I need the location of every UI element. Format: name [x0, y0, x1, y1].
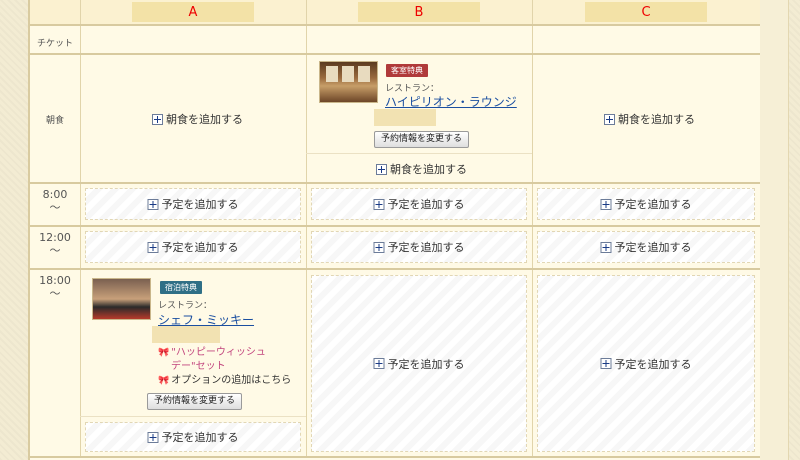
add-plan-link[interactable]: 予定を追加する	[147, 429, 239, 445]
add-plan-slot-18-a[interactable]: 予定を追加する	[85, 422, 301, 452]
add-plan-slot-18-b[interactable]: 予定を追加する	[311, 275, 527, 452]
plus-icon	[600, 358, 612, 369]
add-breakfast-link-c[interactable]: 朝食を追加する	[604, 111, 695, 127]
add-plan-slot-8-a[interactable]: 予定を追加する	[85, 188, 301, 220]
plus-icon	[152, 113, 163, 125]
ticket-cell-a	[80, 26, 307, 53]
ticket-cell-c	[532, 26, 760, 53]
ticket-row: チケット	[30, 26, 760, 55]
add-plan-slot-8-b[interactable]: 予定を追加する	[311, 188, 527, 220]
add-plan-link[interactable]: 予定を追加する	[600, 356, 692, 372]
breakfast-cell-b: 客室特典 レストラン： ハイピリオン・ラウンジ 予約情報を変更する 朝食を追加す…	[306, 55, 533, 182]
breakfast-row: 朝食 朝食を追加する 客室特典 レストラン： ハイピリオン・ラウンジ 予約情報を…	[30, 55, 760, 184]
option-link[interactable]: 🎀 オプションの追加はこちら	[158, 374, 291, 388]
restaurant-name-link[interactable]: ハイピリオン・ラウンジ	[385, 93, 517, 110]
column-header-a: A	[132, 2, 254, 22]
add-breakfast-link-b[interactable]: 朝食を追加する	[376, 161, 467, 177]
plus-icon	[373, 358, 385, 369]
stay-benefit-badge: 宿泊特典	[160, 281, 202, 294]
restaurant-label: レストラン：	[158, 301, 213, 311]
column-header-row: A B C	[30, 0, 760, 26]
restaurant-photo	[92, 278, 151, 320]
change-reservation-button-b[interactable]: 予約情報を変更する	[374, 131, 470, 148]
add-plan-link[interactable]: 予定を追加する	[373, 356, 465, 372]
divider	[306, 153, 532, 154]
set-name-cont: デー"セット	[171, 361, 226, 372]
room-benefit-badge: 客室特典	[386, 64, 428, 77]
time-row-18: 18:00 〜 宿泊特典 レストラン： シェフ・ミッキー 🎀 "ハッピーウィッシュ…	[30, 270, 760, 458]
ribbon-icon: 🎀	[158, 376, 170, 386]
breakfast-row-label: 朝食	[45, 116, 64, 126]
time-label-12: 12:00	[39, 231, 71, 244]
time-label-8: 8:00	[42, 188, 68, 201]
add-plan-slot-12-a[interactable]: 予定を追加する	[85, 231, 301, 263]
add-plan-link[interactable]: 予定を追加する	[147, 239, 239, 255]
time-label-18: 18:00	[39, 274, 71, 287]
restaurant-photo	[319, 61, 378, 103]
redacted-time	[152, 326, 220, 343]
add-plan-slot-12-b[interactable]: 予定を追加する	[311, 231, 527, 263]
add-plan-link[interactable]: 予定を追加する	[147, 196, 239, 212]
plus-icon	[373, 198, 385, 210]
dinner-cell-a: 宿泊特典 レストラン： シェフ・ミッキー 🎀 "ハッピーウィッシュ デー"セット …	[80, 270, 307, 456]
set-name: 🎀 "ハッピーウィッシュ	[158, 347, 266, 358]
plus-icon	[147, 431, 159, 443]
add-breakfast-link-a[interactable]: 朝食を追加する	[152, 111, 243, 127]
schedule-grid: A B C チケット 朝食 朝食を追加する 客室特典 レストラン： ハイピリオン…	[28, 0, 762, 460]
time-row-12: 12:00 〜 予定を追加する 予定を追加する 予定を追加する	[30, 227, 760, 270]
add-plan-link[interactable]: 予定を追加する	[600, 239, 692, 255]
ribbon-icon: 🎀	[158, 348, 170, 358]
add-plan-slot-18-c[interactable]: 予定を追加する	[537, 275, 755, 452]
breakfast-cell-a: 朝食を追加する	[80, 55, 307, 182]
add-plan-link[interactable]: 予定を追加する	[373, 239, 465, 255]
time-row-8: 8:00 〜 予定を追加する 予定を追加する 予定を追加する	[30, 184, 760, 227]
plus-icon	[147, 241, 159, 253]
time-tilde: 〜	[49, 244, 61, 257]
column-header-b: B	[358, 2, 480, 22]
right-margin	[760, 0, 789, 460]
time-tilde: 〜	[49, 201, 61, 214]
plus-icon	[376, 163, 387, 175]
ticket-row-label: チケット	[36, 39, 73, 49]
plus-icon	[600, 198, 612, 210]
change-reservation-button-a[interactable]: 予約情報を変更する	[147, 393, 243, 410]
add-plan-slot-8-c[interactable]: 予定を追加する	[537, 188, 755, 220]
ticket-cell-b	[306, 26, 533, 53]
plus-icon	[604, 113, 615, 125]
plus-icon	[600, 241, 612, 253]
add-plan-slot-12-c[interactable]: 予定を追加する	[537, 231, 755, 263]
plus-icon	[147, 198, 159, 210]
time-tilde: 〜	[49, 287, 61, 300]
column-header-c: C	[585, 2, 707, 22]
breakfast-cell-c: 朝食を追加する	[532, 55, 760, 182]
redacted-time	[374, 109, 436, 126]
add-plan-link[interactable]: 予定を追加する	[600, 196, 692, 212]
plus-icon	[373, 241, 385, 253]
add-plan-link[interactable]: 予定を追加する	[373, 196, 465, 212]
divider	[80, 416, 306, 417]
